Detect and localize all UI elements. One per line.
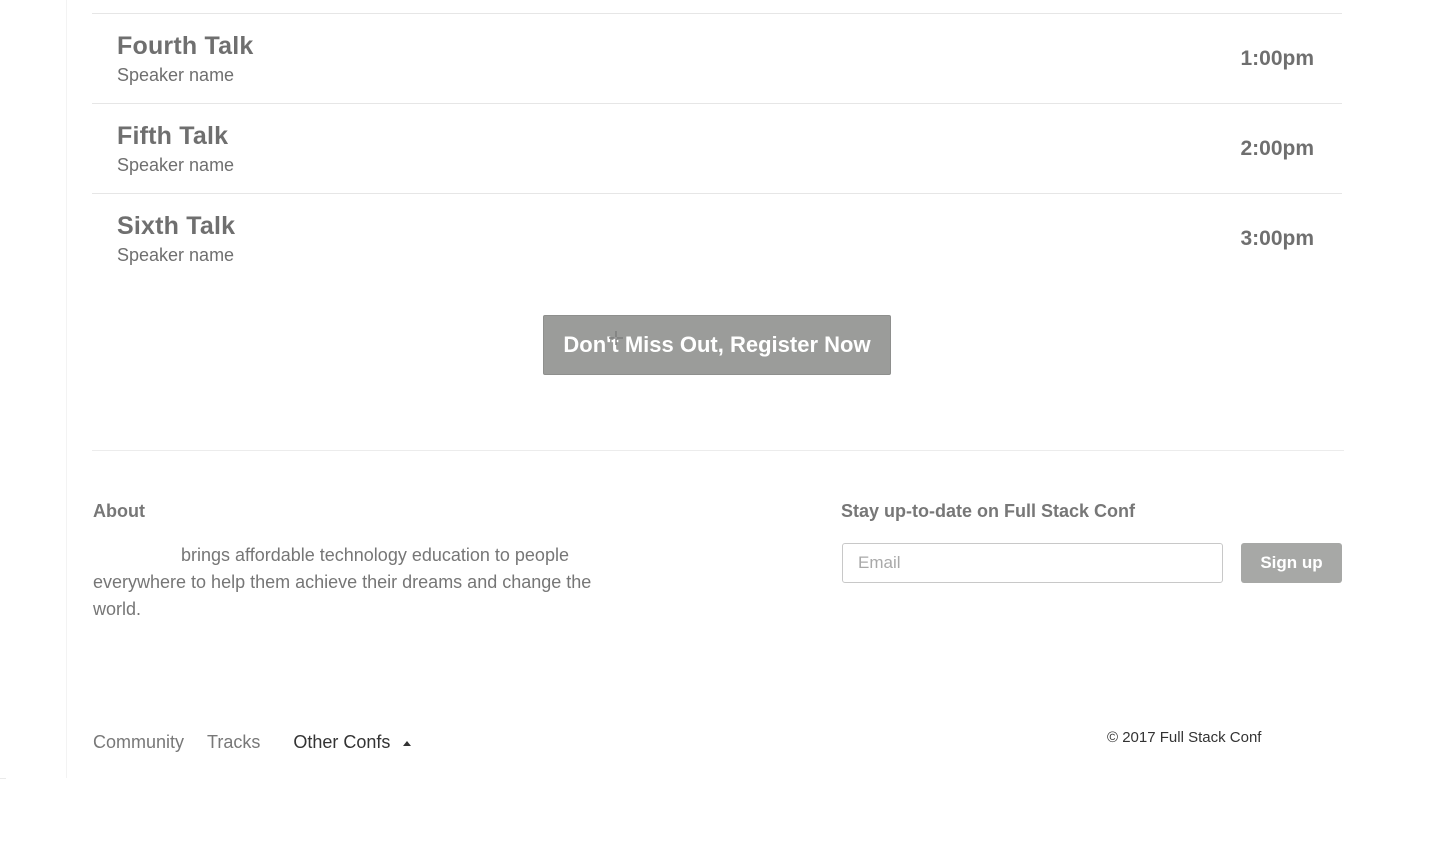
talk-title: Sixth Talk [117,212,236,240]
caret-up-icon [403,740,412,746]
talk-speaker: Speaker name [117,65,235,85]
talk-time: 2:00pm [1240,137,1314,160]
talk-time: 3:00pm [1240,227,1314,250]
talk-row: Fifth Talk Speaker name 2:00pm [92,104,1342,194]
about-text: brings affordable technology education t… [93,545,592,619]
talk-row: Fourth Talk Speaker name 1:00pm [92,14,1342,104]
about-heading: About [93,501,145,521]
talk-time: 1:00pm [1240,47,1314,70]
footer-link-tracks[interactable]: Tracks [207,732,260,753]
schedule-list: Fourth Talk Speaker name 1:00pm Fifth Ta… [92,13,1342,283]
talk-title: Fifth Talk [117,122,229,150]
talk-speaker: Speaker name [117,245,235,265]
talk-title: Fourth Talk [117,32,254,60]
page-edge-mark [0,778,6,779]
sign-up-button[interactable]: Sign up [1241,543,1342,583]
copyright-text: © 2017 Full Stack Conf [1107,729,1262,746]
talk-speaker: Speaker name [117,155,235,175]
footer-nav: Community Tracks Other Confs [93,732,412,753]
email-input[interactable] [842,543,1223,583]
crosshair-cursor-icon [609,331,623,345]
newsletter-heading: Stay up-to-date on Full Stack Conf [841,501,1136,521]
footer-link-other-confs[interactable]: Other Confs [293,732,412,753]
footer-link-community[interactable]: Community [93,732,184,753]
register-now-button[interactable]: Don't Miss Out, Register Now [543,315,891,375]
section-divider [92,450,1344,451]
talk-row: Sixth Talk Speaker name 3:00pm [92,194,1342,283]
other-confs-label: Other Confs [293,732,391,752]
